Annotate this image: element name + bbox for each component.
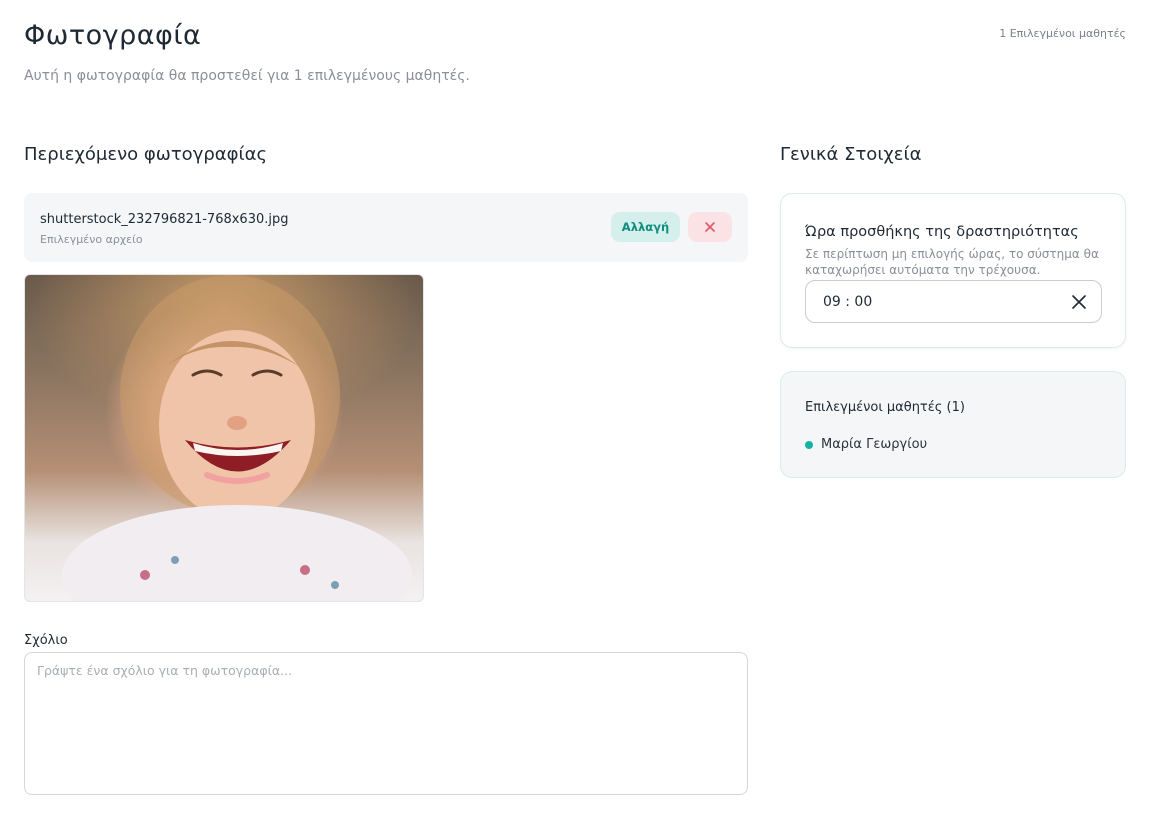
student-name: Μαρία Γεωργίου bbox=[821, 437, 928, 452]
page-subtitle: Αυτή η φωτογραφία θα προστεθεί για 1 επι… bbox=[24, 68, 470, 84]
change-file-button[interactable]: Αλλαγή bbox=[611, 212, 680, 242]
close-icon bbox=[1072, 295, 1086, 309]
close-icon bbox=[705, 222, 715, 232]
activity-time-input[interactable]: 09 : 00 bbox=[805, 280, 1102, 323]
activity-time-card: Ώρα προσθήκης της δραστηριότητας Σε περί… bbox=[780, 193, 1126, 348]
photo-content-section-title: Περιεχόμενο φωτογραφίας bbox=[24, 144, 268, 165]
comment-label: Σχόλιο bbox=[24, 633, 68, 648]
photo-illustration bbox=[62, 275, 412, 601]
general-info-section-title: Γενικά Στοιχεία bbox=[780, 144, 922, 165]
photo-preview bbox=[24, 274, 424, 602]
selected-students-count: 1 Επιλεγμένοι μαθητές bbox=[999, 27, 1126, 40]
clear-time-button[interactable] bbox=[1069, 292, 1089, 312]
selected-students-title: Επιλεγμένοι μαθητές (1) bbox=[805, 400, 965, 415]
file-name: shutterstock_232796821-768x630.jpg bbox=[40, 212, 289, 227]
remove-file-button[interactable] bbox=[688, 212, 732, 242]
selected-students-card: Επιλεγμένοι μαθητές (1) Μαρία Γεωργίου bbox=[780, 371, 1126, 478]
activity-time-title: Ώρα προσθήκης της δραστηριότητας bbox=[805, 224, 1079, 240]
selected-file-card: shutterstock_232796821-768x630.jpg Επιλε… bbox=[24, 193, 748, 262]
dot-icon bbox=[805, 440, 813, 449]
activity-time-value: 09 : 00 bbox=[823, 294, 873, 310]
student-list-item: Μαρία Γεωργίου bbox=[805, 437, 927, 452]
page-title: Φωτογραφία bbox=[24, 20, 202, 51]
activity-time-description: Σε περίπτωση μη επιλογής ώρας, το σύστημ… bbox=[805, 247, 1099, 277]
file-caption: Επιλεγμένο αρχείο bbox=[40, 233, 143, 246]
comment-textarea[interactable] bbox=[24, 652, 748, 795]
